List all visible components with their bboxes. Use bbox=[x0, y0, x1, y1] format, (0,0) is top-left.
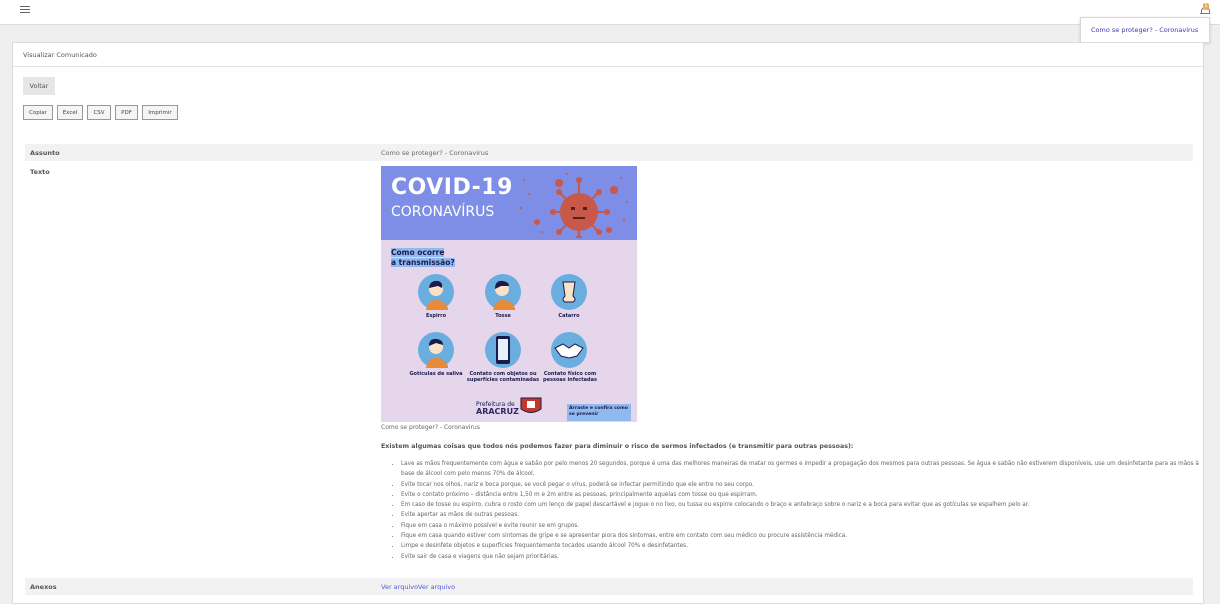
poster-question-line1: Como ocorre bbox=[391, 248, 445, 257]
caption-saliva: Gotículas de saliva bbox=[409, 371, 463, 377]
list-item: Lave as mãos frequentemente com água e s… bbox=[401, 459, 1201, 480]
list-item: Evite sair de casa e viagens que não sej… bbox=[401, 552, 1201, 562]
city-seal-icon bbox=[520, 397, 542, 413]
caption-tosse: Tosse bbox=[495, 313, 511, 319]
list-item: Evite apertar as mãos de outras pessoas. bbox=[401, 510, 1201, 520]
print-button[interactable]: Imprimir bbox=[142, 105, 178, 120]
caption-contact: Contato físico com pessoas infectadas bbox=[543, 371, 597, 383]
poster-question-line2: a transmissão? bbox=[391, 258, 455, 267]
cough-icon bbox=[485, 274, 521, 310]
tips-list: Lave as mãos frequentemente com água e s… bbox=[391, 459, 1201, 562]
attachment-link-1[interactable]: Ver arquivo bbox=[381, 583, 418, 591]
city-name: ARACRUZ bbox=[476, 407, 519, 416]
top-navbar: 1 bbox=[0, 0, 1220, 25]
main-panel: Visualizar Comunicado Voltar Copiar Exce… bbox=[12, 42, 1204, 604]
caption-objects: Contato com objetos ou superfícies conta… bbox=[466, 371, 540, 383]
caption-catarro: Catarro bbox=[558, 313, 580, 319]
nose-icon bbox=[551, 274, 587, 310]
list-item: Evite tocar nos olhos, nariz e boca porq… bbox=[401, 480, 1201, 490]
notification-dropdown: Como se proteger? - Coronavirus bbox=[1080, 17, 1210, 43]
assunto-label: Assunto bbox=[30, 149, 60, 157]
attachment-link-2[interactable]: Ver arquivo bbox=[418, 583, 455, 591]
saliva-icon bbox=[418, 332, 454, 368]
poster-question: Como ocorre a transmissão? bbox=[391, 248, 455, 268]
back-button[interactable]: Voltar bbox=[23, 77, 55, 95]
pdf-button[interactable]: PDF bbox=[115, 105, 138, 120]
covid-poster-image: COVID-19 CORONAVÍRUS Como ocorre a trans… bbox=[381, 166, 637, 422]
anexos-row bbox=[25, 578, 1193, 595]
anexos-label: Anexos bbox=[30, 583, 57, 591]
list-item: Fique em casa quando estiver com sintoma… bbox=[401, 531, 1201, 541]
list-item: Evite o contato próximo – distância entr… bbox=[401, 490, 1201, 500]
poster-cta: Arraste e confira como se prevenir bbox=[567, 404, 631, 421]
notification-item[interactable]: Como se proteger? - Coronavirus bbox=[1091, 26, 1198, 34]
notification-badge: 1 bbox=[1203, 3, 1209, 10]
list-item: Fique em casa o máximo possível e evite … bbox=[401, 521, 1201, 531]
excel-button[interactable]: Excel bbox=[57, 105, 83, 120]
image-caption: Como se proteger? - Coronavirus bbox=[381, 424, 480, 431]
csv-button[interactable]: CSV bbox=[87, 105, 111, 120]
panel-header: Visualizar Comunicado bbox=[13, 43, 1203, 67]
hamburger-icon[interactable] bbox=[20, 6, 30, 14]
copy-button[interactable]: Copiar bbox=[23, 105, 53, 120]
caption-espirro: Espirro bbox=[425, 313, 447, 319]
intro-text: Existem algumas coisas que todos nós pod… bbox=[381, 443, 854, 450]
assunto-value: Como se proteger? - Coronavirus bbox=[381, 149, 489, 157]
list-item: Limpe e desinfete objetos e superfícies … bbox=[401, 541, 1201, 551]
phone-icon bbox=[485, 332, 521, 368]
sneeze-icon bbox=[418, 274, 454, 310]
poster-heading: COVID-19 bbox=[391, 175, 513, 200]
assunto-row bbox=[25, 144, 1193, 161]
prefeitura-logo-text: Prefeitura de ARACRUZ bbox=[476, 401, 519, 416]
panel-title: Visualizar Comunicado bbox=[23, 51, 97, 59]
list-item: Em caso de tosse ou espirro, cubra o ros… bbox=[401, 500, 1201, 510]
texto-label: Texto bbox=[30, 168, 50, 176]
handshake-icon bbox=[551, 332, 587, 368]
poster-subheading: CORONAVÍRUS bbox=[391, 204, 495, 220]
virus-icon bbox=[520, 173, 628, 238]
